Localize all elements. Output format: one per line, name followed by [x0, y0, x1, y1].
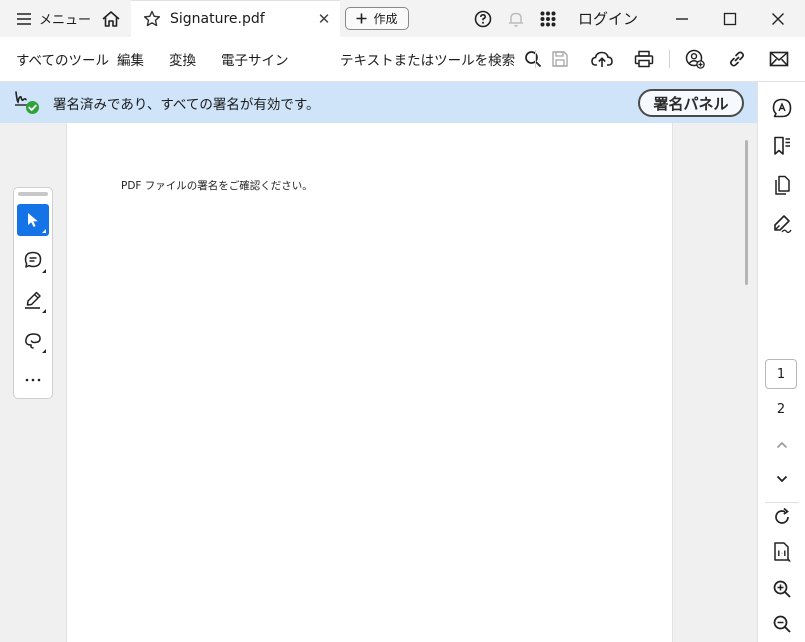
signature-valid-icon — [13, 88, 41, 116]
title-bar: メニュー Signature.pdf ✕ 作成 ログイン — [0, 0, 805, 37]
menu-edit[interactable]: 編集 — [117, 37, 144, 81]
plus-icon — [356, 13, 367, 24]
pdf-page[interactable]: PDF ファイルの署名をご確認ください。 — [66, 123, 673, 642]
comment-icon — [24, 251, 42, 268]
document-tab[interactable]: Signature.pdf ✕ — [131, 0, 340, 37]
search-label: テキストまたはツールを検索 — [340, 53, 516, 69]
page-number-current[interactable]: 1 — [765, 359, 797, 389]
page-body-text: PDF ファイルの署名をご確認ください。 — [121, 180, 313, 192]
zoom-in-icon[interactable] — [769, 576, 795, 602]
highlight-tool-button[interactable] — [17, 284, 49, 316]
home-button[interactable] — [96, 0, 126, 37]
search-icon — [525, 51, 542, 68]
create-label: 作成 — [373, 12, 398, 26]
toolbar-drag-handle[interactable] — [18, 192, 48, 196]
zoom-out-icon[interactable] — [769, 611, 795, 637]
more-tools-button[interactable] — [17, 364, 49, 396]
menu-all-tools[interactable]: すべてのツール — [16, 37, 109, 81]
share-user-icon[interactable] — [683, 48, 707, 70]
menu-convert[interactable]: 変換 — [169, 37, 196, 81]
page-number-next[interactable]: 2 — [765, 394, 797, 424]
menu-esign[interactable]: 電子サイン — [221, 37, 289, 81]
highlight-pen-icon — [25, 291, 41, 309]
minimize-window-icon[interactable] — [670, 0, 694, 37]
right-sidebar: 1 2 — [757, 82, 805, 642]
toolbar-divider — [669, 50, 670, 68]
signature-status-message: 署名済みであり、すべての署名が有効です。 — [53, 96, 320, 113]
document-viewport[interactable]: PDF ファイルの署名をご確認ください。 — [0, 123, 757, 642]
vertical-scrollbar[interactable] — [745, 140, 748, 285]
home-icon — [102, 10, 120, 27]
draw-tool-button[interactable] — [17, 324, 49, 356]
toolbar-divider — [535, 50, 536, 68]
bookmarks-icon[interactable] — [769, 133, 795, 159]
close-window-icon[interactable] — [766, 0, 790, 37]
signature-panel-button[interactable]: 署名パネル — [638, 89, 744, 117]
quick-tools-toolbar — [13, 187, 53, 399]
chevron-up-icon[interactable] — [769, 432, 795, 458]
rotate-icon[interactable] — [769, 504, 795, 530]
apps-grid-icon[interactable] — [537, 0, 559, 37]
tab-title: Signature.pdf — [170, 11, 265, 27]
fill-sign-icon[interactable] — [769, 211, 795, 237]
maximize-window-icon[interactable] — [718, 0, 742, 37]
chevron-down-icon[interactable] — [769, 466, 795, 492]
ai-assistant-icon[interactable] — [769, 95, 795, 121]
select-pointer-icon — [28, 213, 38, 227]
sidebar-divider — [765, 502, 799, 503]
tab-close-icon[interactable]: ✕ — [312, 10, 336, 28]
more-icon — [25, 378, 41, 382]
signature-status-banner: 署名済みであり、すべての署名が有効です。 署名パネル — [0, 82, 757, 123]
comment-tool-button[interactable] — [17, 244, 49, 276]
lasso-draw-icon — [25, 333, 41, 349]
cloud-upload-icon[interactable] — [590, 48, 614, 70]
notification-bell-icon[interactable] — [505, 0, 527, 37]
save-icon[interactable] — [548, 48, 572, 70]
select-tool-button[interactable] — [17, 204, 49, 236]
login-link[interactable]: ログイン — [578, 0, 638, 37]
print-icon[interactable] — [632, 48, 656, 70]
help-icon[interactable] — [472, 0, 494, 37]
search-tools-button[interactable]: テキストまたはツールを検索 — [340, 37, 542, 81]
menu-bar: すべてのツール 編集 変換 電子サイン テキストまたはツールを検索 — [0, 37, 805, 82]
link-icon[interactable] — [725, 48, 749, 70]
menu-label: メニュー — [39, 13, 92, 28]
create-button[interactable]: 作成 — [345, 7, 409, 30]
hamburger-icon — [17, 12, 31, 25]
email-icon[interactable] — [767, 48, 791, 70]
fit-page-icon[interactable] — [769, 539, 795, 565]
pages-icon[interactable] — [769, 172, 795, 198]
star-icon[interactable] — [141, 10, 163, 28]
